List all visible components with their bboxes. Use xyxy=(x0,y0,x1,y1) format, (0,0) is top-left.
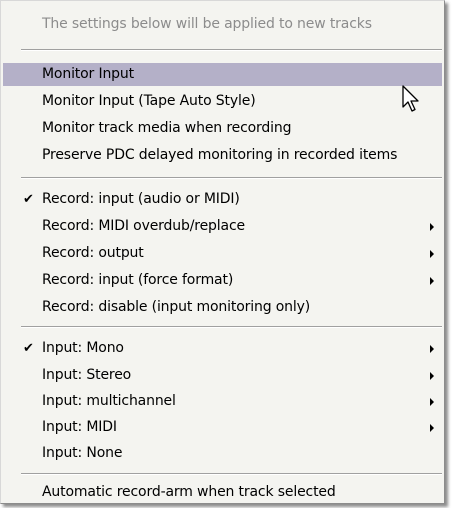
submenu-arrow-icon xyxy=(430,424,434,432)
menu-item-record-force-format[interactable]: Record: input (force format) xyxy=(1,269,442,292)
submenu-arrow-icon xyxy=(430,223,434,231)
menu-item-input-multichannel[interactable]: Input: multichannel xyxy=(1,390,442,413)
submenu-arrow-icon xyxy=(430,250,434,258)
menu-item-input-none[interactable]: Input: None xyxy=(1,442,442,465)
menu-item-record-midi-overdub[interactable]: Record: MIDI overdub/replace xyxy=(1,215,442,238)
menu-item-record-input[interactable]: ✔ Record: input (audio or MIDI) xyxy=(1,188,442,211)
mouse-pointer-icon xyxy=(402,85,419,112)
menu-separator xyxy=(21,49,442,51)
menu-header-note: The settings below will be applied to ne… xyxy=(42,16,372,32)
menu-item-monitor-input[interactable]: Monitor Input xyxy=(3,63,442,86)
menu-item-record-output[interactable]: Record: output xyxy=(1,242,442,265)
menu-item-auto-record-arm[interactable]: Automatic record-arm when track selected xyxy=(1,481,442,504)
submenu-arrow-icon xyxy=(430,345,434,353)
track-recording-context-menu: The settings below will be applied to ne… xyxy=(0,0,445,504)
menu-item-record-disable[interactable]: Record: disable (input monitoring only) xyxy=(1,296,442,319)
menu-separator xyxy=(21,326,442,328)
menu-separator xyxy=(21,177,442,179)
menu-item-input-midi[interactable]: Input: MIDI xyxy=(1,416,442,439)
menu-item-input-mono[interactable]: ✔ Input: Mono xyxy=(1,337,442,360)
menu-item-input-stereo[interactable]: Input: Stereo xyxy=(1,364,442,387)
submenu-arrow-icon xyxy=(430,277,434,285)
menu-separator xyxy=(21,473,442,475)
menu-item-monitor-input-tape-auto[interactable]: Monitor Input (Tape Auto Style) xyxy=(1,90,442,113)
submenu-arrow-icon xyxy=(430,398,434,406)
menu-item-preserve-pdc[interactable]: Preserve PDC delayed monitoring in recor… xyxy=(1,144,442,167)
checkmark-icon: ✔ xyxy=(23,341,34,356)
submenu-arrow-icon xyxy=(430,372,434,380)
checkmark-icon: ✔ xyxy=(23,192,34,207)
menu-item-monitor-track-media[interactable]: Monitor track media when recording xyxy=(1,117,442,140)
